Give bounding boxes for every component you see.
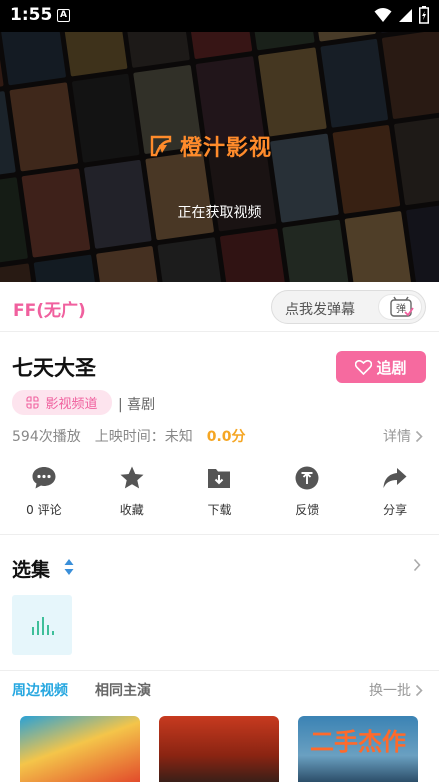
download-button[interactable]: 下载 <box>176 464 264 524</box>
source-selector[interactable]: FF(无广) <box>13 296 86 321</box>
status-time: 1:55 <box>10 5 53 25</box>
star-icon <box>120 466 144 489</box>
episode-item[interactable] <box>12 595 72 655</box>
brand-logo: 橙汁影视 <box>148 130 272 162</box>
source-bar: FF(无广) 点我发弹幕 弹 <box>0 282 439 332</box>
feedback-button[interactable]: 反馈 <box>263 464 351 524</box>
refresh-label: 换一批 <box>369 683 411 699</box>
sort-icon[interactable] <box>64 558 74 576</box>
share-button[interactable]: 分享 <box>351 464 439 524</box>
tab-same-cast[interactable]: 相同主演 <box>95 680 151 700</box>
loading-text: 正在获取视频 <box>177 205 262 221</box>
orange-slice-icon <box>150 135 172 157</box>
chevron-right-icon <box>415 430 423 442</box>
playing-bars-icon <box>32 617 54 635</box>
channel-icon <box>26 396 40 409</box>
heart-icon <box>355 359 373 375</box>
share-icon <box>383 468 407 488</box>
notification-icon: A <box>57 9 70 22</box>
section-divider <box>0 534 439 535</box>
status-bar: 1:55 A <box>0 0 439 32</box>
danmu-placeholder: 点我发弹幕 <box>285 302 355 318</box>
feedback-icon <box>295 466 319 490</box>
tab-nearby-videos[interactable]: 周边视频 <box>12 680 68 700</box>
episodes-title: 选集 <box>12 559 51 581</box>
share-label: 分享 <box>383 503 408 517</box>
related-video-thumbnail[interactable] <box>20 716 140 782</box>
release-time: 上映时间：未知 <box>94 429 193 445</box>
chevron-right-icon <box>415 684 423 696</box>
brand-name: 橙汁影视 <box>180 136 273 161</box>
danmu-toggle-button[interactable]: 弹 <box>378 294 422 320</box>
danmu-input[interactable]: 点我发弹幕 弹 <box>271 290 426 324</box>
action-bar: 0 评论 收藏 下载 反馈 分享 <box>0 464 439 524</box>
signal-icon <box>399 9 412 22</box>
related-video-thumbnail[interactable] <box>159 716 279 782</box>
show-meta: 594次播放 上映时间：未知 0.0分 <box>12 426 246 446</box>
favorite-label: 收藏 <box>119 503 144 517</box>
danmu-icon: 弹 <box>390 296 414 317</box>
video-player[interactable]: 橙汁影视 正在获取视频 <box>0 32 439 282</box>
favorite-button[interactable]: 收藏 <box>88 464 176 524</box>
genre-label: | 喜剧 <box>118 397 156 413</box>
download-label: 下载 <box>207 503 232 517</box>
comment-icon <box>32 467 56 489</box>
follow-label: 追剧 <box>376 358 407 377</box>
battery-icon <box>419 6 429 24</box>
download-icon <box>208 469 231 488</box>
play-count: 594次播放 <box>12 429 81 445</box>
follow-button[interactable]: 追剧 <box>336 351 426 383</box>
danmu-button-label: 弹 <box>396 302 406 315</box>
channel-label: 影视频道 <box>45 397 98 412</box>
related-video-thumbnail[interactable]: 二手杰作 <box>298 716 418 782</box>
details-label: 详情 <box>383 429 411 445</box>
comment-button[interactable]: 0 评论 <box>0 464 88 524</box>
section-divider <box>0 670 439 671</box>
channel-tag[interactable]: 影视频道 <box>12 390 112 415</box>
feedback-label: 反馈 <box>295 503 320 517</box>
score: 0.0分 <box>206 429 246 445</box>
thumbnail-title: 二手杰作 <box>310 728 406 756</box>
comment-label: 0 评论 <box>26 503 62 517</box>
show-title: 七天大圣 <box>12 356 96 380</box>
wifi-icon <box>374 8 392 22</box>
episodes-chevron-right-icon[interactable] <box>413 558 421 572</box>
details-link[interactable]: 详情 <box>383 426 423 446</box>
refresh-batch-button[interactable]: 换一批 <box>369 680 423 700</box>
